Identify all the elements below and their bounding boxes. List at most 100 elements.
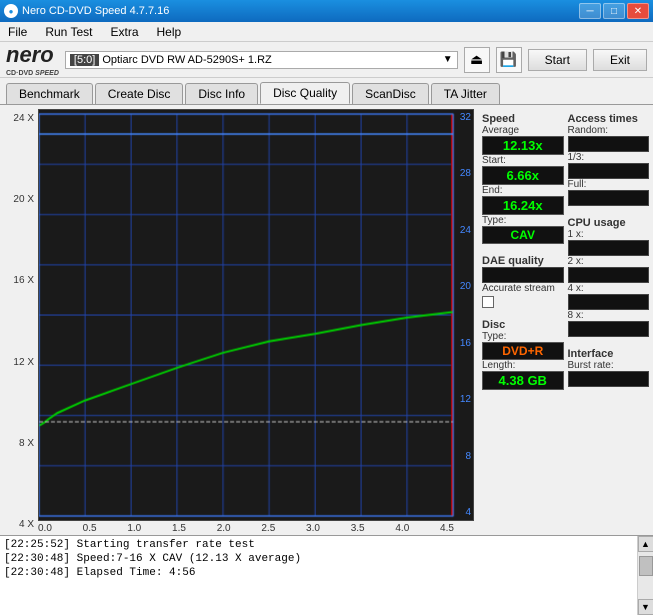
menu-extra[interactable]: Extra <box>106 23 142 41</box>
cpu-x2-label: 2 x: <box>568 256 650 267</box>
y-axis-left: 24 X 20 X 16 X 12 X 8 X 4 X <box>4 109 36 534</box>
drive-selector: [5:0] Optiarc DVD RW AD-5290S+ 1.RZ ▼ <box>65 51 458 69</box>
minimize-button[interactable]: ─ <box>579 3 601 19</box>
scroll-track <box>638 552 653 599</box>
tab-scandisc[interactable]: ScanDisc <box>352 83 429 104</box>
average-label: Average <box>482 125 564 136</box>
drive-name: Optiarc DVD RW AD-5290S+ 1.RZ <box>102 54 439 66</box>
start-button[interactable]: Start <box>528 49 587 71</box>
cpu-x8-bar <box>568 321 650 337</box>
x-0.5: 0.5 <box>83 523 97 534</box>
access-times-label: Access times <box>568 113 650 125</box>
dae-section-label: DAE quality <box>482 255 564 267</box>
menu-run-test[interactable]: Run Test <box>41 23 96 41</box>
tab-create-disc[interactable]: Create Disc <box>95 83 184 104</box>
x-2.0: 2.0 <box>217 523 231 534</box>
y-left-24: 24 X <box>13 113 34 124</box>
cpu-x4-label: 4 x: <box>568 283 650 294</box>
dae-quality-bar <box>482 267 564 283</box>
chart-container: 32 28 24 20 16 12 8 4 <box>38 109 474 521</box>
scroll-down-button[interactable]: ▼ <box>638 599 653 615</box>
disc-type-value: DVD+R <box>482 342 564 360</box>
x-0.0: 0.0 <box>38 523 52 534</box>
x-3.0: 3.0 <box>306 523 320 534</box>
interface-section: Interface Burst rate: <box>568 344 650 387</box>
one-third-label: 1/3: <box>568 152 650 163</box>
eject-button[interactable]: ⏏ <box>464 47 490 73</box>
scroll-up-button[interactable]: ▲ <box>638 536 653 552</box>
title-bar-controls[interactable]: ─ □ ✕ <box>579 3 649 19</box>
y-left-4: 4 X <box>19 519 34 530</box>
interface-label: Interface <box>568 348 650 360</box>
nero-logo: nero CD·DVD SPEED <box>6 42 59 77</box>
speed-section-label: Speed <box>482 113 564 125</box>
y-left-20: 20 X <box>13 194 34 205</box>
scroll-thumb[interactable] <box>639 556 653 576</box>
y-right-20: 20 <box>455 281 471 292</box>
end-value: 16.24x <box>482 196 564 215</box>
chart-canvas <box>39 110 473 520</box>
random-label: Random: <box>568 125 650 136</box>
left-stat-col: Speed Average 12.13x Start: 6.66x End: 1… <box>482 109 564 390</box>
y-right-32: 32 <box>455 112 471 123</box>
y-right-16: 16 <box>455 338 471 349</box>
cpu-section: CPU usage 1 x: 2 x: 4 x: 8 x: <box>568 213 650 337</box>
nero-logo-sub: CD·DVD SPEED <box>6 70 59 77</box>
cpu-x4-bar <box>568 294 650 310</box>
save-button[interactable]: 💾 <box>496 47 522 73</box>
access-times-section: Access times Random: 1/3: Full: <box>568 109 650 206</box>
tab-disc-info[interactable]: Disc Info <box>185 83 258 104</box>
accurate-stream-label: Accurate stream <box>482 283 564 294</box>
speed-section: Speed Average 12.13x Start: 6.66x End: 1… <box>482 109 564 244</box>
log-line-0: [22:25:52] Starting transfer rate test <box>4 538 633 552</box>
menu-bar: File Run Test Extra Help <box>0 22 653 42</box>
x-2.5: 2.5 <box>261 523 275 534</box>
close-button[interactable]: ✕ <box>627 3 649 19</box>
x-4.5: 4.5 <box>440 523 454 534</box>
menu-help[interactable]: Help <box>153 23 186 41</box>
main-content: 24 X 20 X 16 X 12 X 8 X 4 X 32 28 24 20 <box>0 105 653 535</box>
drive-dropdown-arrow[interactable]: ▼ <box>443 54 453 65</box>
tab-benchmark[interactable]: Benchmark <box>6 83 93 104</box>
y-right-8: 8 <box>455 451 471 462</box>
y-right-28: 28 <box>455 168 471 179</box>
accurate-stream-checkbox[interactable] <box>482 296 494 308</box>
cpu-x2-bar <box>568 267 650 283</box>
y-left-16: 16 X <box>13 275 34 286</box>
full-bar <box>568 190 650 206</box>
toolbar: nero CD·DVD SPEED [5:0] Optiarc DVD RW A… <box>0 42 653 78</box>
tab-disc-quality[interactable]: Disc Quality <box>260 82 350 104</box>
dae-section: DAE quality Accurate stream <box>482 251 564 308</box>
panel-cols: Speed Average 12.13x Start: 6.66x End: 1… <box>482 109 649 390</box>
x-axis: 0.0 0.5 1.0 1.5 2.0 2.5 3.0 3.5 4.0 4.5 <box>38 523 474 534</box>
cpu-x8-label: 8 x: <box>568 310 650 321</box>
maximize-button[interactable]: □ <box>603 3 625 19</box>
tab-ta-jitter[interactable]: TA Jitter <box>431 83 500 104</box>
type-label: Type: <box>482 215 564 226</box>
y-axis-right: 32 28 24 20 16 12 8 4 <box>453 110 473 520</box>
disc-section-label: Disc <box>482 319 564 331</box>
log-area: [22:25:52] Starting transfer rate test [… <box>0 535 653 615</box>
nero-logo-text: nero <box>6 42 59 68</box>
log-line-1: [22:30:48] Speed:7-16 X CAV (12.13 X ave… <box>4 552 633 566</box>
exit-button[interactable]: Exit <box>593 49 647 71</box>
title-bar: ● Nero CD-DVD Speed 4.7.7.16 ─ □ ✕ <box>0 0 653 22</box>
burst-bar <box>568 371 650 387</box>
y-right-24: 24 <box>455 225 471 236</box>
drive-id: [5:0] <box>70 54 99 66</box>
right-panel: Speed Average 12.13x Start: 6.66x End: 1… <box>478 105 653 535</box>
disc-length-label: Length: <box>482 360 564 371</box>
accurate-stream-checkbox-row <box>482 296 564 308</box>
average-value: 12.13x <box>482 136 564 155</box>
x-1.5: 1.5 <box>172 523 186 534</box>
tab-bar: Benchmark Create Disc Disc Info Disc Qua… <box>0 78 653 105</box>
disc-length-value: 4.38 GB <box>482 371 564 390</box>
x-4.0: 4.0 <box>395 523 409 534</box>
log-scrollbar: ▲ ▼ <box>637 536 653 615</box>
chart-area: 24 X 20 X 16 X 12 X 8 X 4 X 32 28 24 20 <box>0 105 478 535</box>
x-3.5: 3.5 <box>351 523 365 534</box>
one-third-bar <box>568 163 650 179</box>
menu-file[interactable]: File <box>4 23 31 41</box>
end-label: End: <box>482 185 564 196</box>
title-bar-left: ● Nero CD-DVD Speed 4.7.7.16 <box>4 4 169 18</box>
